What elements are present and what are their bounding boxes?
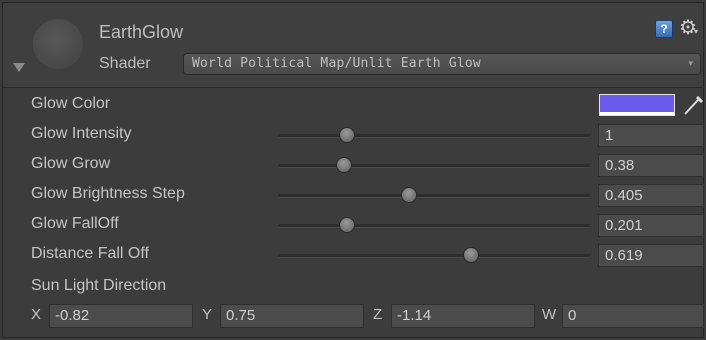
property-row-distance-fall-off: Distance Fall Off 0.619 — [3, 241, 704, 269]
alpha-bar — [600, 112, 674, 115]
glow-brightness-step-slider-thumb[interactable] — [401, 187, 418, 203]
dropdown-arrow-icon: ▾ — [688, 58, 693, 68]
glow-brightness-step-label: Glow Brightness Step — [31, 185, 185, 202]
property-row-sun-light-direction: Sun Light Direction — [3, 273, 703, 301]
glow-intensity-label: Glow Intensity — [31, 125, 132, 142]
glow-grow-label: Glow Grow — [31, 155, 111, 172]
glow-falloff-label: Glow FallOff — [31, 215, 119, 232]
glow-grow-slider-track[interactable] — [278, 164, 590, 167]
y-axis-label: Y — [202, 306, 213, 323]
material-header: EarthGlow Shader World Political Map/Unl… — [3, 3, 703, 88]
material-preview-sphere — [33, 19, 83, 69]
property-row-glow-color: Glow Color — [3, 91, 705, 119]
distance-fall-off-slider-thumb[interactable] — [463, 247, 480, 263]
property-row-glow-intensity: Glow Intensity 1 — [3, 121, 704, 149]
eyedropper-icon[interactable] — [681, 93, 705, 117]
glow-color-swatch[interactable] — [599, 94, 675, 116]
shader-dropdown-value: World Political Map/Unlit Earth Glow — [192, 56, 481, 71]
z-field[interactable]: -1.14 — [391, 304, 535, 328]
property-row-glow-brightness-step: Glow Brightness Step 0.405 — [3, 181, 704, 209]
distance-fall-off-field[interactable]: 0.619 — [598, 244, 704, 267]
foldout-arrow-icon[interactable] — [13, 63, 25, 72]
distance-fall-off-label: Distance Fall Off — [31, 245, 149, 262]
sun-light-direction-label: Sun Light Direction — [31, 277, 167, 294]
vector-row: X -0.82 Y 0.75 Z -1.14 W 0 — [3, 301, 704, 329]
x-axis-label: X — [31, 306, 42, 323]
w-field[interactable]: 0 — [562, 304, 704, 328]
glow-falloff-field[interactable]: 0.201 — [598, 214, 704, 237]
glow-brightness-step-slider-track[interactable] — [278, 194, 590, 197]
property-row-glow-grow: Glow Grow 0.38 — [3, 151, 704, 179]
glow-grow-slider-thumb[interactable] — [335, 157, 352, 173]
material-inspector: EarthGlow Shader World Political Map/Unl… — [2, 2, 704, 338]
property-row-glow-falloff: Glow FallOff 0.201 — [3, 211, 704, 239]
glow-falloff-slider-thumb[interactable] — [338, 217, 355, 233]
glow-intensity-slider-track[interactable] — [278, 134, 590, 137]
z-axis-label: Z — [373, 306, 383, 323]
x-field[interactable]: -0.82 — [49, 304, 193, 328]
material-name: EarthGlow — [99, 22, 184, 42]
shader-label: Shader — [99, 55, 151, 72]
glow-falloff-slider-track[interactable] — [278, 224, 590, 227]
distance-fall-off-slider-track[interactable] — [278, 254, 590, 257]
glow-color-label: Glow Color — [31, 95, 111, 112]
glow-intensity-field[interactable]: 1 — [598, 124, 704, 147]
glow-intensity-slider-thumb[interactable] — [338, 127, 355, 143]
glow-brightness-step-field[interactable]: 0.405 — [598, 184, 704, 207]
help-book-icon[interactable]: ? — [655, 20, 673, 38]
y-field[interactable]: 0.75 — [220, 304, 364, 328]
glow-grow-field[interactable]: 0.38 — [598, 154, 704, 177]
gear-icon[interactable]: ⚙ ▾ — [679, 15, 698, 40]
w-axis-label: W — [542, 306, 557, 323]
shader-dropdown[interactable]: World Political Map/Unlit Earth Glow ▾ — [183, 53, 701, 75]
